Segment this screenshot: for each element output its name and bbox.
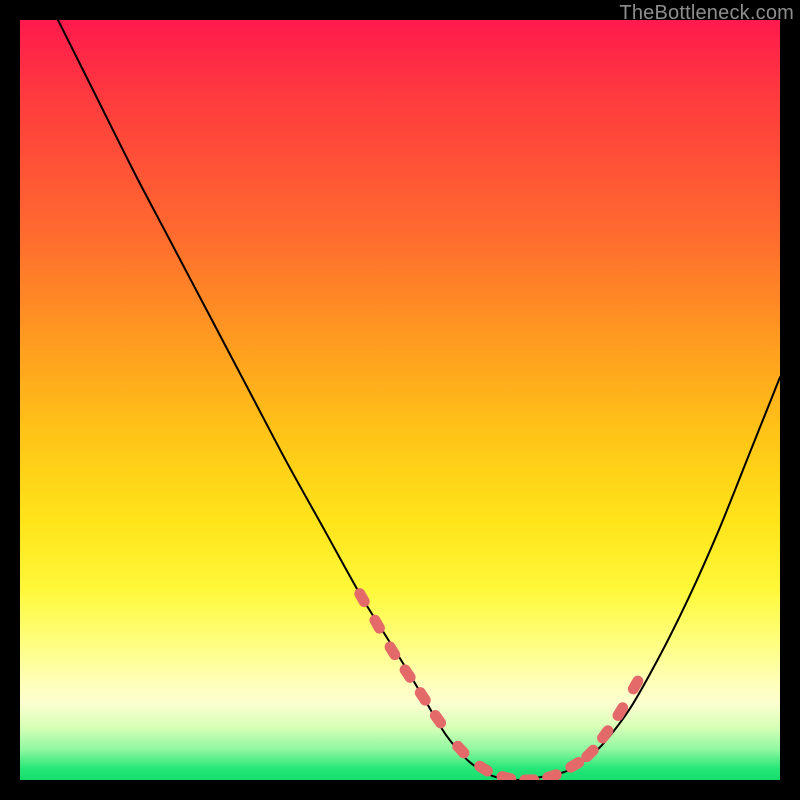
trough-marker bbox=[626, 674, 645, 697]
trough-marker bbox=[595, 723, 616, 746]
plot-area bbox=[20, 20, 780, 780]
trough-marker bbox=[519, 774, 539, 780]
trough-marker bbox=[352, 586, 371, 609]
trough-marker bbox=[495, 770, 517, 780]
curve-layer bbox=[58, 20, 780, 780]
chart-svg bbox=[20, 20, 780, 780]
trough-marker bbox=[413, 685, 433, 708]
bottleneck-curve bbox=[58, 20, 780, 780]
trough-markers bbox=[352, 586, 645, 780]
trough-marker bbox=[541, 768, 563, 780]
chart-frame: TheBottleneck.com bbox=[0, 0, 800, 800]
trough-marker bbox=[450, 739, 472, 761]
